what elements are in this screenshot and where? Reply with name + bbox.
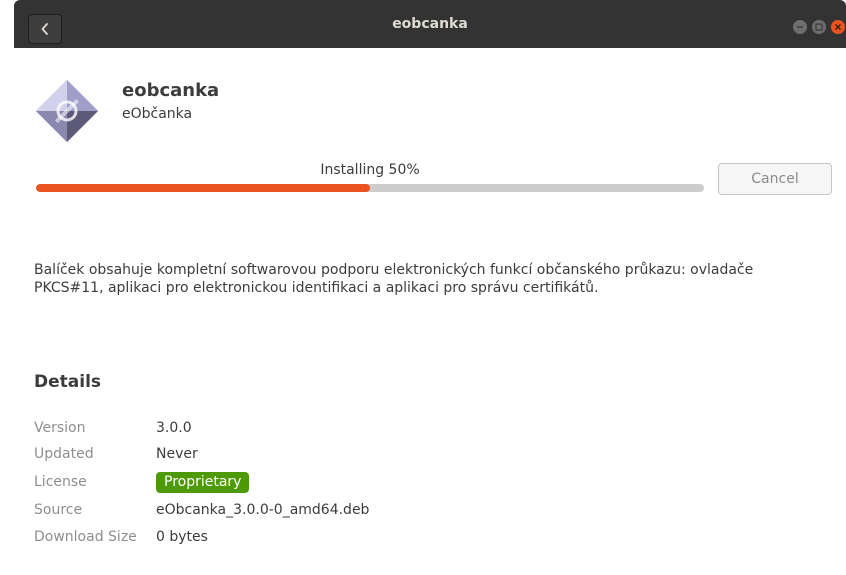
detail-label-source: Source bbox=[34, 502, 83, 518]
maximize-icon bbox=[815, 23, 823, 31]
detail-value-updated: Never bbox=[156, 446, 198, 462]
eobcanka-app-icon bbox=[36, 80, 98, 142]
install-progress-bar bbox=[36, 184, 704, 192]
detail-label-version: Version bbox=[34, 420, 86, 436]
detail-value-download-size: 0 bytes bbox=[156, 529, 208, 545]
app-name: eobcanka bbox=[122, 80, 220, 101]
detail-value-source: eObcanka_3.0.0-0_amd64.deb bbox=[156, 502, 370, 518]
detail-label-license: License bbox=[34, 474, 87, 490]
close-button[interactable] bbox=[831, 20, 845, 34]
close-icon bbox=[835, 24, 841, 30]
back-button[interactable] bbox=[28, 14, 62, 44]
cancel-button[interactable]: Cancel bbox=[718, 163, 832, 195]
chevron-left-icon bbox=[41, 23, 48, 35]
license-badge[interactable]: Proprietary bbox=[156, 472, 250, 493]
detail-label-updated: Updated bbox=[34, 446, 94, 462]
minimize-button[interactable] bbox=[793, 20, 807, 34]
install-progress-fill bbox=[36, 184, 370, 192]
titlebar: eobcanka bbox=[14, 0, 846, 48]
window-title: eobcanka bbox=[392, 16, 468, 32]
maximize-button[interactable] bbox=[812, 20, 826, 34]
install-progress-label: Installing 50% bbox=[320, 162, 420, 178]
app-description: Balíček obsahuje kompletní softwarovou p… bbox=[34, 262, 754, 296]
detail-label-download-size: Download Size bbox=[34, 529, 137, 545]
minimize-icon bbox=[797, 26, 803, 28]
details-heading: Details bbox=[34, 372, 102, 392]
app-summary: eObčanka bbox=[122, 106, 193, 122]
detail-value-version: 3.0.0 bbox=[156, 420, 192, 436]
